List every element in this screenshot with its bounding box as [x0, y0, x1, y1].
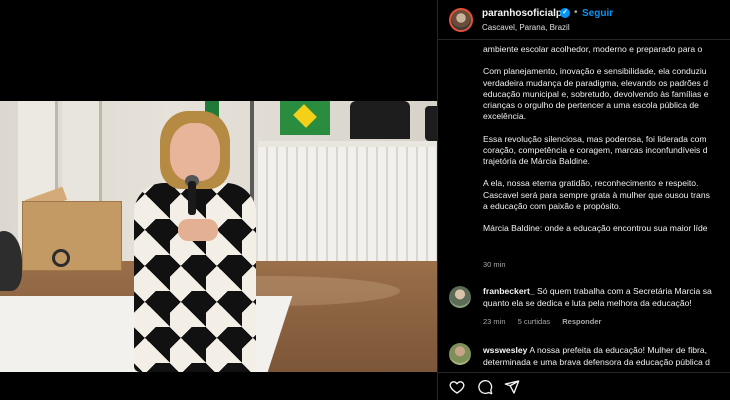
post-location[interactable]: Cascavel, Parana, Brazil	[482, 23, 570, 32]
comment-text: wsswesley A nossa prefeita da educação! …	[483, 345, 730, 356]
comment-text-line2: quanto ela se dedica e luta pela melhora…	[483, 298, 692, 308]
comment-time: 23 min	[483, 317, 506, 326]
comment-text-line2: determinada e uma brava defensora da edu…	[483, 357, 710, 367]
comment-icon[interactable]	[477, 379, 493, 395]
follow-button[interactable]: Seguir	[582, 8, 613, 19]
comment-body-line: Só quem trabalha com a Secretária Marcia…	[536, 286, 712, 296]
caption-line: a educação com paixão e propósito.	[483, 200, 622, 211]
speaker-face	[170, 123, 220, 181]
caption-line: trajetória de Márcia Baldine.	[483, 156, 590, 166]
comment-meta: 23 min 5 curtidas Responder	[483, 317, 611, 326]
speaker-arm	[178, 219, 218, 241]
comment-avatar[interactable]	[449, 286, 471, 308]
caption-line	[483, 212, 730, 223]
comment-body-line: A nossa prefeita da educação! Mulher de …	[529, 345, 708, 355]
photo-box	[22, 201, 122, 271]
caption-line: coração, competência e coragem, marcas i…	[483, 144, 708, 155]
comment-text: franbeckert_ Só quem trabalha com a Secr…	[483, 286, 730, 297]
caption-line	[483, 167, 730, 178]
caption-line: crianças o orgulho de pertencer a uma es…	[483, 100, 699, 110]
caption-line: educação municipal e, sobretudo, devolve…	[483, 88, 709, 99]
comment-username[interactable]: wsswesley	[483, 345, 527, 355]
caption-line: Essa revolução silenciosa, mas poderosa,…	[483, 133, 707, 144]
caption-line: verdadeira mudança de paradigma, elevand…	[483, 77, 709, 88]
post-caption: ambiente escolar acolhedor, moderno e pr…	[483, 44, 730, 234]
comment-reply-button[interactable]: Responder	[562, 317, 601, 326]
post-photo[interactable]	[0, 101, 437, 372]
caption-line	[483, 122, 730, 133]
comment-avatar[interactable]	[449, 343, 471, 365]
verified-badge-icon: ✓	[560, 8, 570, 18]
photo-speaker	[130, 111, 260, 372]
photo-brazil-flag	[280, 101, 330, 135]
comment-username[interactable]: franbeckert_	[483, 286, 535, 296]
post-username[interactable]: paranhosoficialpr	[482, 8, 566, 19]
profile-avatar[interactable]	[449, 8, 473, 32]
caption-line: excelência.	[483, 111, 526, 122]
caption-line: Com planejamento, inovação e sensibilida…	[483, 66, 707, 77]
header-separator: •	[574, 7, 578, 18]
post-header: paranhosoficialpr ✓ • Seguir Cascavel, P…	[438, 0, 730, 40]
photo-chair	[350, 101, 410, 139]
caption-line	[483, 55, 730, 66]
caption-line: A ela, nossa eterna gratidão, reconhecim…	[483, 178, 699, 189]
photo-box-print	[52, 249, 70, 267]
share-icon[interactable]	[504, 379, 520, 395]
microphone	[188, 181, 196, 215]
caption-line: ambiente escolar acolhedor, moderno e pr…	[483, 44, 703, 54]
post-timestamp[interactable]: 30 min	[483, 260, 506, 269]
caption-line: Cascavel será para sempre grata à mulher…	[483, 189, 710, 200]
caption-line: Márcia Baldine: onde a educação encontro…	[483, 223, 708, 234]
post-side-pane: paranhosoficialpr ✓ • Seguir Cascavel, P…	[437, 0, 730, 400]
photo-chair	[425, 106, 437, 141]
heart-icon[interactable]	[449, 379, 465, 395]
comment-likes[interactable]: 5 curtidas	[518, 317, 551, 326]
media-pane	[0, 0, 437, 400]
post-action-bar	[438, 372, 730, 400]
